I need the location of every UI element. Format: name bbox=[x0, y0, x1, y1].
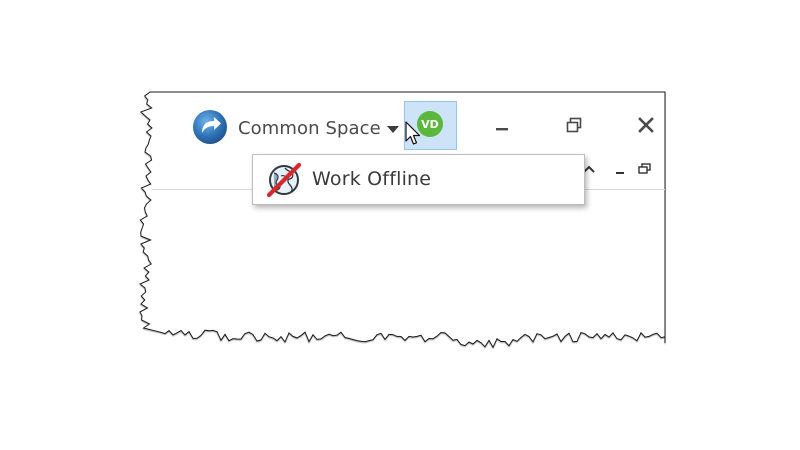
space-switcher-label: Common Space bbox=[238, 117, 381, 139]
avatar-initials: VD bbox=[421, 117, 439, 131]
menu-item-label: Work Offline bbox=[312, 168, 432, 190]
restore-icon bbox=[566, 117, 582, 133]
close-icon bbox=[638, 117, 654, 133]
menu-item-work-offline[interactable]: Work Offline bbox=[253, 155, 584, 204]
minimize-window-button[interactable] bbox=[484, 108, 520, 142]
document-minimize-icon[interactable] bbox=[616, 172, 624, 174]
document-window-controls bbox=[583, 163, 651, 174]
caret-down-icon bbox=[386, 125, 399, 133]
space-switcher-dropdown[interactable]: Common Space bbox=[238, 114, 399, 142]
minimize-icon bbox=[496, 128, 508, 131]
circular-arrow-logo-icon bbox=[193, 110, 227, 144]
collapse-ribbon-icon[interactable] bbox=[583, 165, 595, 173]
document-restore-icon[interactable] bbox=[638, 163, 651, 174]
globe-offline-icon bbox=[266, 162, 302, 198]
screenshot-stage: Common Space VD Work Offline bbox=[0, 0, 800, 450]
title-bar: Common Space VD bbox=[0, 0, 800, 450]
mouse-pointer-icon bbox=[405, 121, 421, 145]
user-account-menu: Work Offline bbox=[252, 154, 585, 205]
close-window-button[interactable] bbox=[628, 108, 664, 142]
restore-window-button[interactable] bbox=[556, 108, 592, 142]
